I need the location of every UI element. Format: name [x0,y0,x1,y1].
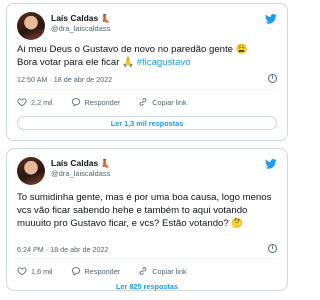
author-emoji: 👢 [100,14,111,23]
reply-label: Responder [84,266,121,276]
tweet-actions: 1,6 mil Responder Copiar link [17,264,277,278]
read-replies-button[interactable]: Ler 1,3 mil respostas [17,116,277,130]
copy-link-label: Copiar link [152,97,187,107]
copy-link-label: Copiar link [152,266,187,276]
tweet-text-line: Bora votar para ele ficar 🙏 #ficagustavo [17,57,279,70]
reply-button[interactable]: Responder [71,266,121,276]
author-emoji: 👢 [100,159,111,168]
like-count: 2,2 mil [31,97,53,107]
heart-icon [17,98,27,107]
tweet-text: Ai meu Deus o Gustavo de novo no paredão… [17,44,279,70]
read-replies-button[interactable]: Ler 825 respostas [17,282,277,294]
author-name[interactable]: Laís Caldas 👢 [51,158,111,168]
tweet-timestamp[interactable]: 12:50 AM · 18 de abr de 2022 [17,75,112,84]
like-button[interactable]: 1,6 mil [17,266,53,276]
hashtag-link[interactable]: #ficagustavo [137,57,191,68]
reply-button[interactable]: Responder [71,97,121,107]
divider [17,89,277,90]
tweet-text-line: Ai meu Deus o Gustavo de novo no paredão… [17,44,248,55]
link-icon [139,267,147,275]
like-count: 1,6 mil [31,266,53,276]
link-icon [139,98,147,106]
author-name[interactable]: Laís Caldas 👢 [51,13,111,23]
like-button[interactable]: 2,2 mil [17,97,53,107]
author-handle[interactable]: @dra_laiscaldass [51,24,110,33]
reply-icon [71,98,80,107]
twitter-bird-icon[interactable] [265,159,277,169]
twitter-bird-icon[interactable] [265,14,277,24]
info-icon[interactable]: i [268,244,277,253]
tweet-text-segment: Bora votar para ele ficar 🙏 [17,56,137,68]
author-name-text: Laís Caldas [51,13,99,23]
avatar[interactable] [17,12,45,40]
reply-icon [71,267,80,276]
info-icon[interactable]: i [268,74,277,83]
tweet-card[interactable]: Laís Caldas 👢 @dra_laiscaldass To sumidi… [6,148,288,291]
reply-label: Responder [84,97,121,107]
copy-link-button[interactable]: Copiar link [138,97,187,107]
divider [17,258,277,259]
avatar[interactable] [17,157,45,185]
tweet-timestamp[interactable]: 6:24 PM · 18 de abr de 2022 [17,245,109,254]
copy-link-button[interactable]: Copiar link [138,266,187,276]
author-handle[interactable]: @dra_laiscaldass [51,169,110,178]
author-name-text: Laís Caldas [51,158,99,168]
heart-icon [17,267,27,276]
tweet-card[interactable]: Laís Caldas 👢 @dra_laiscaldass Ai meu De… [6,3,288,141]
tweet-actions: 2,2 mil Responder Copiar link [17,95,277,109]
tweet-text: To sumidinha gente, mas é por uma boa ca… [17,192,272,229]
